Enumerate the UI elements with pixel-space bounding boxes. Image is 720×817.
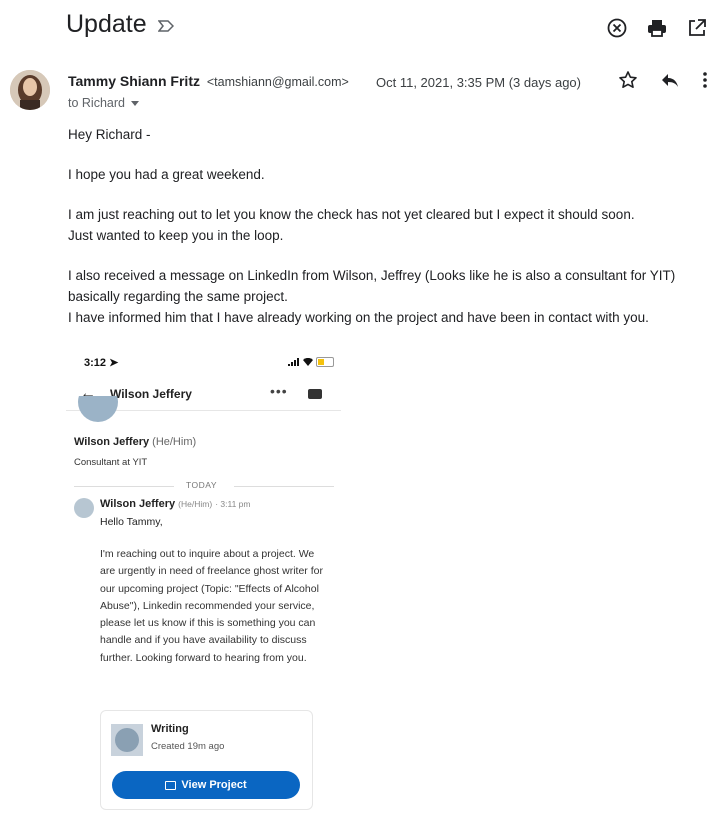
body-line: Just wanted to keep you in the loop. xyxy=(68,228,284,243)
profile-name: Wilson Jeffery (He/Him) xyxy=(74,436,197,448)
project-created: Created 19m ago xyxy=(151,741,225,752)
project-card: Writing Created 19m ago View Project xyxy=(100,710,313,810)
body-line: basically regarding the same project. xyxy=(68,289,288,304)
body-line: I also received a message on LinkedIn fr… xyxy=(68,268,676,283)
sender-avatar[interactable] xyxy=(10,70,50,110)
attached-screenshot: 3:12 ➤ ← Wilson Jeffery ••• Wilson Jeffe… xyxy=(66,348,341,813)
label-icon[interactable] xyxy=(157,19,175,37)
message-time: · 3:11 pm xyxy=(215,499,251,509)
open-in-new-window-icon[interactable] xyxy=(686,17,708,39)
reply-icon[interactable] xyxy=(660,70,680,95)
email-date: Oct 11, 2021, 3:35 PM (3 days ago) xyxy=(376,75,581,90)
message-text: I'm reaching out to inquire about a proj… xyxy=(100,548,323,664)
wifi-icon xyxy=(303,358,313,366)
view-project-button[interactable]: View Project xyxy=(112,771,300,799)
sender-name[interactable]: Tammy Shiann Fritz xyxy=(68,73,200,89)
date-divider: TODAY xyxy=(74,479,336,493)
message-avatar xyxy=(74,498,94,518)
signal-icon xyxy=(288,358,299,366)
more-options-icon[interactable] xyxy=(702,70,708,95)
sender-line: Tammy Shiann Fritz <tamshiann@gmail.com> xyxy=(68,73,349,89)
message-header: Wilson Jeffery (He/Him) · 3:11 pm xyxy=(100,498,251,510)
view-project-label: View Project xyxy=(181,779,247,791)
close-icon[interactable] xyxy=(606,17,628,39)
star-icon[interactable] xyxy=(618,70,638,95)
sender-email: <tamshiann@gmail.com> xyxy=(206,75,349,89)
email-subject: Update xyxy=(66,10,147,38)
chat-contact-name: Wilson Jeffery xyxy=(110,387,192,401)
body-paragraph: I am just reaching out to let you know t… xyxy=(68,204,708,246)
message-sender: Wilson Jeffery xyxy=(100,498,176,510)
status-time: 3:12 ➤ xyxy=(84,357,119,369)
location-arrow-icon: ➤ xyxy=(109,357,119,369)
email-body: Hey Richard - I hope you had a great wee… xyxy=(68,124,708,347)
project-thumbnail xyxy=(111,724,143,756)
battery-icon xyxy=(316,357,334,367)
message-pronouns: (He/Him) xyxy=(178,499,213,509)
briefcase-icon xyxy=(165,780,177,790)
print-icon[interactable] xyxy=(646,17,668,39)
body-paragraph: Hey Richard - xyxy=(68,127,151,142)
profile-pronouns: (He/Him) xyxy=(152,436,197,448)
video-call-icon[interactable] xyxy=(308,389,322,399)
profile-title: Consultant at YIT xyxy=(74,457,148,468)
body-paragraph: I also received a message on LinkedIn fr… xyxy=(68,265,708,328)
project-title: Writing xyxy=(151,723,189,735)
profile-avatar xyxy=(78,396,118,432)
recipients-label: to Richard xyxy=(68,96,125,110)
message-greeting: Hello Tammy, xyxy=(100,516,163,528)
more-icon[interactable]: ••• xyxy=(270,383,288,399)
recipients-dropdown[interactable]: to Richard xyxy=(68,96,139,110)
body-paragraph: I hope you had a great weekend. xyxy=(68,167,265,182)
chevron-down-icon xyxy=(130,101,139,107)
status-icons xyxy=(288,357,334,367)
date-divider-label: TODAY xyxy=(186,480,217,490)
body-line: I have informed him that I have already … xyxy=(68,310,649,325)
body-line: I am just reaching out to let you know t… xyxy=(68,207,635,222)
